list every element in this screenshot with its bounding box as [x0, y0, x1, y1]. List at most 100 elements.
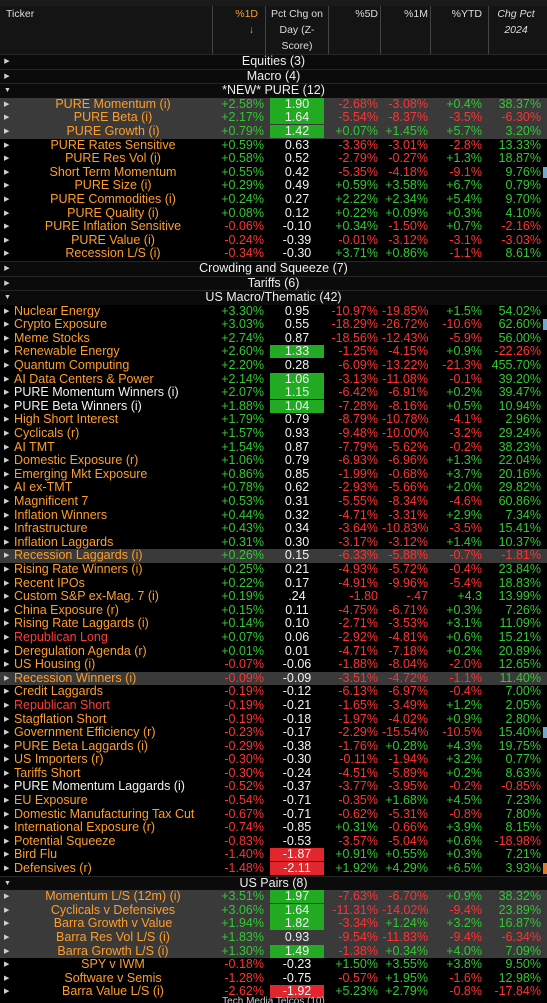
ticker-name[interactable]: PURE Growth (i)	[14, 125, 212, 138]
ticker-name[interactable]: Credit Laggards	[14, 685, 212, 698]
table-row[interactable]: ▶ Domestic Exposure (r) +1.06% 0.79 -6.93% -6…	[0, 454, 547, 468]
chg-2024-header[interactable]: Chg Pct 2024	[490, 6, 542, 54]
triangle-right-icon[interactable]: ▶	[4, 111, 10, 125]
triangle-right-icon[interactable]: ▶	[4, 862, 10, 876]
ticker-name[interactable]: EU Exposure	[14, 794, 212, 807]
triangle-right-icon[interactable]: ▶	[4, 536, 10, 550]
ticker-name[interactable]: SPY v IWM	[14, 958, 212, 971]
triangle-right-icon[interactable]: ▶	[4, 672, 10, 686]
ticker-name[interactable]: Tariffs Short	[14, 767, 212, 780]
triangle-right-icon[interactable]: ▶	[4, 794, 10, 808]
triangle-right-icon[interactable]: ▶	[4, 359, 10, 373]
table-row[interactable]: ▶ Recession Laggards (i) +0.26% 0.15 -6.33% -…	[0, 549, 547, 563]
table-row[interactable]: ▶ Credit Laggards -0.19% -0.12 -6.13% -6.97% -…	[0, 685, 547, 699]
triangle-right-icon[interactable]: ▶	[4, 699, 10, 713]
triangle-right-icon[interactable]: ▶	[4, 481, 10, 495]
footer-group[interactable]: Tech Media Telcos (10)	[0, 995, 547, 1003]
triangle-right-icon[interactable]: ▶	[4, 400, 10, 414]
table-row[interactable]: ▶ US Importers (r) -0.30% -0.30 -0.11% -1.94%…	[0, 753, 547, 767]
table-row[interactable]: ▶ PURE Value (i) -0.24% -0.39 -0.01% -3.12% -3…	[0, 234, 547, 248]
table-row[interactable]: ▶ Rising Rate Laggards (i) +0.14% 0.10 -2.71…	[0, 617, 547, 631]
triangle-right-icon[interactable]: ▶	[4, 740, 10, 754]
pct-ytd-header[interactable]: %YTD	[432, 6, 482, 54]
triangle-right-icon[interactable]: ▶	[4, 179, 10, 193]
table-row[interactable]: ▶ Recent IPOs +0.22% 0.17 -4.91% -9.96% -5.4% 1…	[0, 577, 547, 591]
table-row[interactable]: ▶ PURE Beta Laggards (i) -0.29% -0.38 -1.76%…	[0, 740, 547, 754]
table-row[interactable]: ▶ AI ex-TMT +0.78% 0.62 -2.93% -5.66% +2.0% 29.…	[0, 481, 547, 495]
triangle-right-icon[interactable]: ▶	[4, 427, 10, 441]
table-row[interactable]: ▶ Rising Rate Winners (i) +0.25% 0.21 -4.93%…	[0, 563, 547, 577]
table-row[interactable]: ▶ Stagflation Short -0.19% -0.18 -1.97% -4.02…	[0, 713, 547, 727]
ticker-name[interactable]: AI ex-TMT	[14, 481, 212, 494]
triangle-right-icon[interactable]: ▶	[4, 386, 10, 400]
ticker-name[interactable]: High Short Interest	[14, 413, 212, 426]
ticker-name[interactable]: PURE Beta Laggards (i)	[14, 740, 212, 753]
table-row[interactable]: ▶ EU Exposure -0.54% -0.71 -0.35% +1.68% +4.5%…	[0, 794, 547, 808]
ticker-name[interactable]: Government Efficiency (r)	[14, 726, 212, 739]
ticker-name[interactable]: AI Data Centers & Power	[14, 373, 212, 386]
triangle-right-icon[interactable]: ▶	[4, 305, 10, 319]
triangle-right-icon[interactable]: ▶	[4, 848, 10, 862]
ticker-name[interactable]: AI TMT	[14, 441, 212, 454]
triangle-right-icon[interactable]: ▶	[4, 98, 10, 112]
ticker-name[interactable]: Domestic Manufacturing Tax Cut	[14, 808, 212, 821]
table-row[interactable]: ▶ Meme Stocks +2.74% 0.87 -18.56% -12.43% -5.9…	[0, 332, 547, 346]
table-row[interactable]: ▶ Barra Res Vol L/S (i) +1.83% 0.93 -9.54% -1…	[0, 931, 547, 945]
table-row[interactable]: ▶ Republican Long +0.07% 0.06 -2.92% -4.81% +0…	[0, 631, 547, 645]
ticker-name[interactable]: Barra Growth v Value	[14, 917, 212, 930]
ticker-name[interactable]: Republican Short	[14, 699, 212, 712]
ticker-name[interactable]: Inflation Laggards	[14, 536, 212, 549]
triangle-right-icon[interactable]: ▶	[4, 262, 10, 276]
triangle-right-icon[interactable]: ▶	[4, 713, 10, 727]
group-row[interactable]: ▼ US Pairs (8)	[0, 875, 547, 891]
triangle-down-icon[interactable]: ▼	[4, 84, 11, 98]
triangle-right-icon[interactable]: ▶	[4, 373, 10, 387]
ticker-name[interactable]: Bird Flu	[14, 848, 212, 861]
group-row[interactable]: ▶ Crowding and Squeeze (7)	[0, 260, 547, 276]
ticker-name[interactable]: Cyclicals v Defensives	[14, 904, 212, 917]
ticker-name[interactable]: PURE Momentum Winners (i)	[14, 386, 212, 399]
triangle-right-icon[interactable]: ▶	[4, 247, 10, 261]
table-row[interactable]: ▶ PURE Momentum Laggards (i) -0.52% -0.37 -3…	[0, 780, 547, 794]
triangle-right-icon[interactable]: ▶	[4, 220, 10, 234]
ticker-name[interactable]: Barra Res Vol L/S (i)	[14, 931, 212, 944]
triangle-right-icon[interactable]: ▶	[4, 617, 10, 631]
table-row[interactable]: ▶ SPY v IWM -0.18% -0.23 +1.50% +3.55% +3.8% 9.…	[0, 958, 547, 972]
table-row[interactable]: ▶ PURE Size (i) +0.29% 0.49 +0.59% +3.58% +6.7…	[0, 179, 547, 193]
triangle-right-icon[interactable]: ▶	[4, 972, 10, 986]
table-row[interactable]: ▶ Barra Growth v Value +1.94% 1.82 -3.34% +1.…	[0, 917, 547, 931]
table-row[interactable]: ▶ Nuclear Energy +3.30% 0.95 -10.97% -19.85% +…	[0, 305, 547, 319]
ticker-name[interactable]: Barra Growth L/S (i)	[14, 945, 212, 958]
triangle-right-icon[interactable]: ▶	[4, 808, 10, 822]
ticker-name[interactable]: Republican Long	[14, 631, 212, 644]
ticker-name[interactable]: Nuclear Energy	[14, 305, 212, 318]
triangle-right-icon[interactable]: ▶	[4, 345, 10, 359]
triangle-right-icon[interactable]: ▶	[4, 958, 10, 972]
table-row[interactable]: ▶ Emerging Mkt Exposure +0.86% 0.85 -1.99% -0…	[0, 468, 547, 482]
ticker-name[interactable]: PURE Rates Sensitive	[14, 139, 212, 152]
ticker-name[interactable]: PURE Commodities (i)	[14, 193, 212, 206]
ticker-name[interactable]: Custom S&P ex-Mag. 7 (i)	[14, 590, 212, 603]
triangle-right-icon[interactable]: ▶	[4, 577, 10, 591]
table-row[interactable]: ▶ AI Data Centers & Power +2.14% 1.06 -3.13%…	[0, 372, 547, 387]
ticker-name[interactable]: China Exposure (r)	[14, 604, 212, 617]
ticker-name[interactable]: Infrastructure	[14, 522, 212, 535]
triangle-right-icon[interactable]: ▶	[4, 332, 10, 346]
table-row[interactable]: ▶ Potential Squeeze -0.83% -0.53 -3.57% -5.04…	[0, 835, 547, 849]
ticker-name[interactable]: PURE Beta (i)	[14, 111, 212, 124]
ticker-name[interactable]: Rising Rate Laggards (i)	[14, 617, 212, 630]
triangle-right-icon[interactable]: ▶	[4, 413, 10, 427]
ticker-name[interactable]: Recession Winners (i)	[14, 672, 212, 685]
table-row[interactable]: ▶ Barra Growth L/S (i) +1.30% 1.49 -1.38% +0.…	[0, 944, 547, 959]
triangle-down-icon[interactable]: ▼	[4, 877, 11, 891]
table-row[interactable]: ▶ Cyclicals (r) +1.57% 0.93 -9.48% -10.00% -3.…	[0, 427, 547, 441]
ticker-name[interactable]: Momentum L/S (12m) (i)	[14, 890, 212, 903]
triangle-right-icon[interactable]: ▶	[4, 904, 10, 918]
group-row[interactable]: ▶ Tariffs (6)	[0, 275, 547, 291]
ticker-name[interactable]: Defensives (r)	[14, 862, 212, 875]
ticker-name[interactable]: PURE Momentum (i)	[14, 98, 212, 111]
ticker-name[interactable]: PURE Inflation Sensitive	[14, 220, 212, 233]
triangle-right-icon[interactable]: ▶	[4, 890, 10, 904]
ticker-name[interactable]: Domestic Exposure (r)	[14, 454, 212, 467]
ticker-name[interactable]: Recession Laggards (i)	[14, 549, 212, 562]
